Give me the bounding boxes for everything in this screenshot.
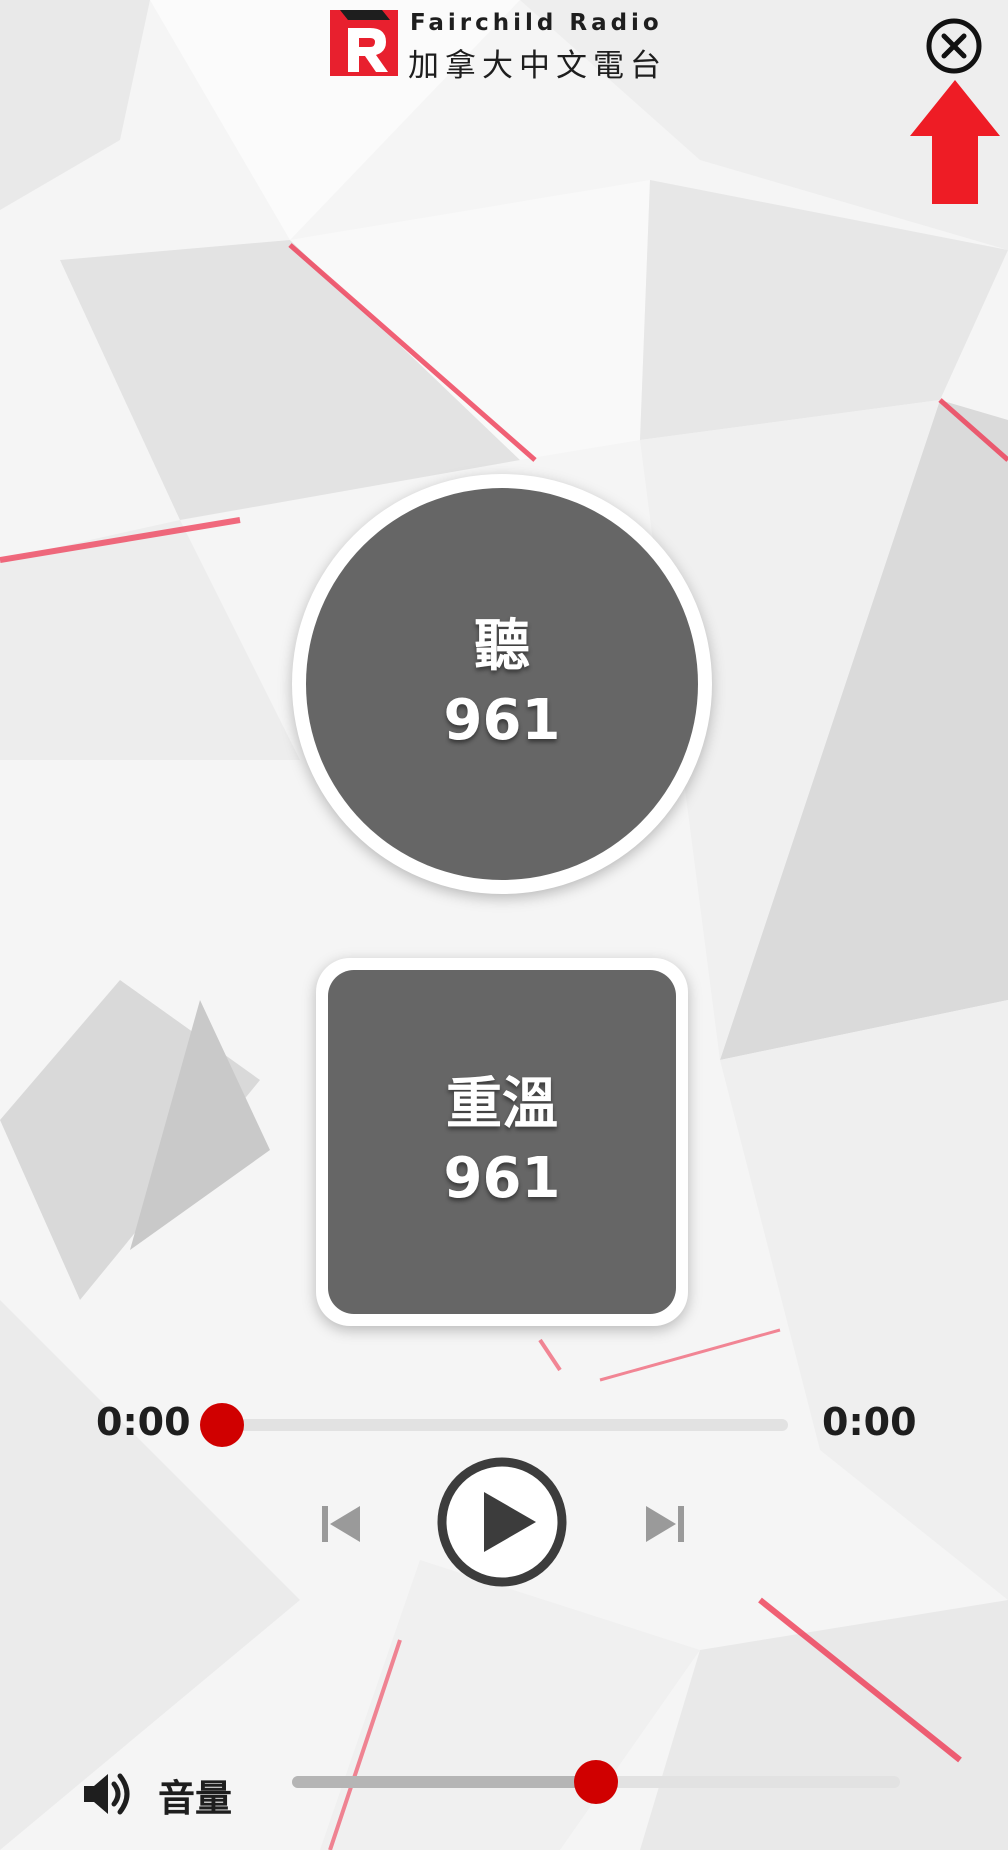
brand-name-chinese: 加拿大中文電台 — [408, 48, 667, 84]
skip-previous-icon — [322, 1506, 360, 1542]
close-button[interactable] — [924, 16, 984, 76]
listen-live-station: 961 — [443, 688, 561, 753]
duration-time: 0:00 — [822, 1400, 917, 1444]
listen-live-label: 聽 — [474, 614, 530, 679]
replay-button[interactable]: 重溫 961 — [316, 958, 688, 1326]
progress-slider-thumb[interactable] — [200, 1403, 244, 1447]
volume-slider-thumb[interactable] — [574, 1760, 618, 1804]
elapsed-time: 0:00 — [96, 1400, 191, 1444]
play-button[interactable] — [436, 1456, 568, 1588]
speaker-icon — [82, 1770, 132, 1818]
next-button[interactable] — [642, 1502, 688, 1546]
progress-slider[interactable] — [200, 1403, 788, 1447]
brand-name-english: Fairchild Radio — [410, 10, 663, 36]
skip-next-icon — [646, 1506, 684, 1542]
volume-slider-fill — [292, 1776, 596, 1788]
replay-button-face[interactable]: 重溫 961 — [328, 970, 676, 1314]
logo-r-mark-icon — [330, 10, 398, 76]
listen-live-button[interactable]: 聽 961 — [292, 474, 712, 894]
volume-slider[interactable] — [292, 1760, 900, 1804]
replay-station: 961 — [443, 1146, 561, 1211]
replay-label: 重溫 — [446, 1072, 558, 1137]
listen-live-button-face[interactable]: 聽 961 — [306, 488, 698, 880]
volume-label: 音量 — [158, 1777, 232, 1820]
play-icon — [437, 1457, 567, 1587]
red-up-arrow-icon — [910, 80, 1000, 206]
close-circle-icon — [926, 18, 982, 74]
fairchild-radio-logo: Fairchild Radio 加拿大中文電台 — [330, 8, 680, 84]
previous-button[interactable] — [318, 1502, 364, 1546]
